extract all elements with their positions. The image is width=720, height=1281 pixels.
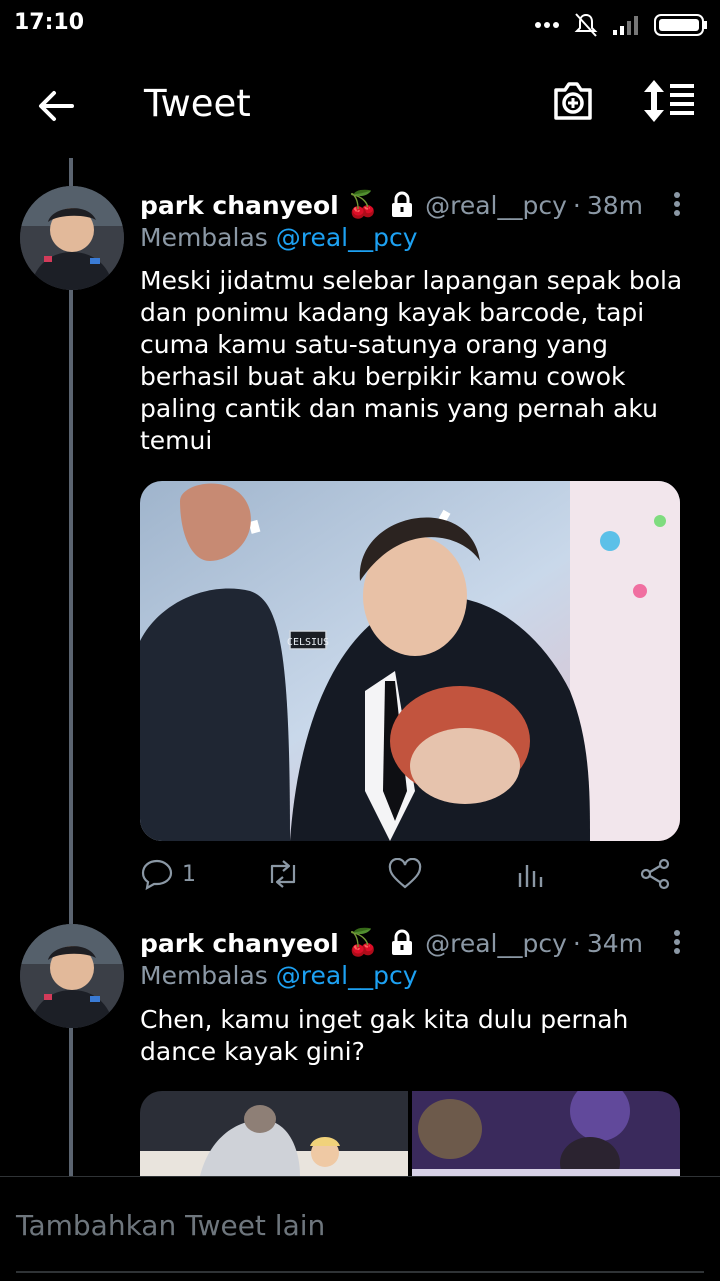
compose-bar[interactable]: Tambahkan Tweet lain (0, 1176, 720, 1281)
page-title: Tweet (144, 82, 251, 125)
battery-icon (654, 14, 707, 36)
replying-to: Membalas @real__pcy (140, 223, 418, 252)
status-time: 17:10 (14, 10, 85, 35)
more-options-button[interactable] (662, 922, 692, 962)
reply-count: 1 (182, 861, 196, 887)
arrow-left-icon (39, 91, 74, 121)
retweet-button[interactable] (264, 854, 302, 894)
photo-illustration (140, 1091, 680, 1176)
replying-to: Membalas @real__pcy (140, 961, 418, 990)
replying-label: Membalas (140, 961, 268, 990)
compose-divider (16, 1271, 704, 1273)
more-dots-icon (535, 22, 559, 28)
reply-button[interactable]: 1 (140, 854, 196, 894)
tweet-time: 38m (586, 190, 644, 220)
replying-mention[interactable]: @real__pcy (276, 223, 418, 252)
analytics-button[interactable] (516, 854, 546, 894)
retweet-icon (270, 860, 296, 888)
mute-bell-icon (574, 13, 598, 37)
vertical-dots-icon (674, 930, 680, 954)
tweet-text: Chen, kamu inget gak kita dulu pernah da… (140, 1005, 629, 1066)
camera-plus-icon (554, 82, 592, 120)
like-button[interactable] (388, 854, 422, 894)
tweet-time: 34m (586, 928, 644, 958)
tweet-header: park chanyeol 🍒 @real__pcy · 38m (140, 190, 643, 220)
photo-illustration: CELSIUS (140, 481, 680, 841)
replying-label: Membalas (140, 223, 268, 252)
lock-icon (389, 191, 415, 219)
status-icons (534, 12, 708, 38)
status-bar: 17:10 (0, 0, 720, 50)
avatar[interactable] (20, 186, 124, 290)
thread-order-button[interactable] (642, 78, 698, 130)
user-handle[interactable]: @real__pcy (425, 929, 567, 958)
sort-list-icon (644, 80, 694, 122)
photo-watermark: CELSIUS (287, 637, 329, 648)
user-handle[interactable]: @real__pcy (425, 191, 567, 220)
display-name[interactable]: park chanyeol (140, 929, 339, 958)
tweet-actions: 1 (140, 854, 680, 894)
tweet-media-gallery (140, 1091, 680, 1176)
tweet-media-photo[interactable]: CELSIUS (140, 481, 680, 841)
reply-bubble-icon (141, 859, 173, 891)
add-tweet-input[interactable]: Tambahkan Tweet lain (16, 1209, 325, 1242)
bar-chart-icon (518, 865, 543, 887)
tweet-text: Meski jidatmu selebar lapangan sepak bol… (140, 266, 683, 455)
tweet-header: park chanyeol 🍒 @real__pcy · 34m (140, 928, 643, 958)
add-photo-button[interactable] (550, 78, 602, 130)
display-name[interactable]: park chanyeol (140, 191, 339, 220)
heart-icon (388, 858, 422, 889)
more-options-button[interactable] (662, 184, 692, 224)
dot-separator: · (572, 928, 581, 958)
vertical-dots-icon (674, 192, 680, 216)
lock-icon (389, 929, 415, 957)
replying-mention[interactable]: @real__pcy (276, 961, 418, 990)
back-button[interactable] (30, 80, 82, 132)
avatar[interactable] (20, 924, 124, 1028)
cherry-emoji: 🍒 (346, 190, 380, 220)
share-icon (640, 858, 670, 890)
share-button[interactable] (638, 854, 672, 894)
app-bar: Tweet (0, 60, 720, 150)
dot-separator: · (572, 190, 581, 220)
signal-icon (613, 16, 638, 35)
cherry-emoji: 🍒 (346, 928, 380, 958)
